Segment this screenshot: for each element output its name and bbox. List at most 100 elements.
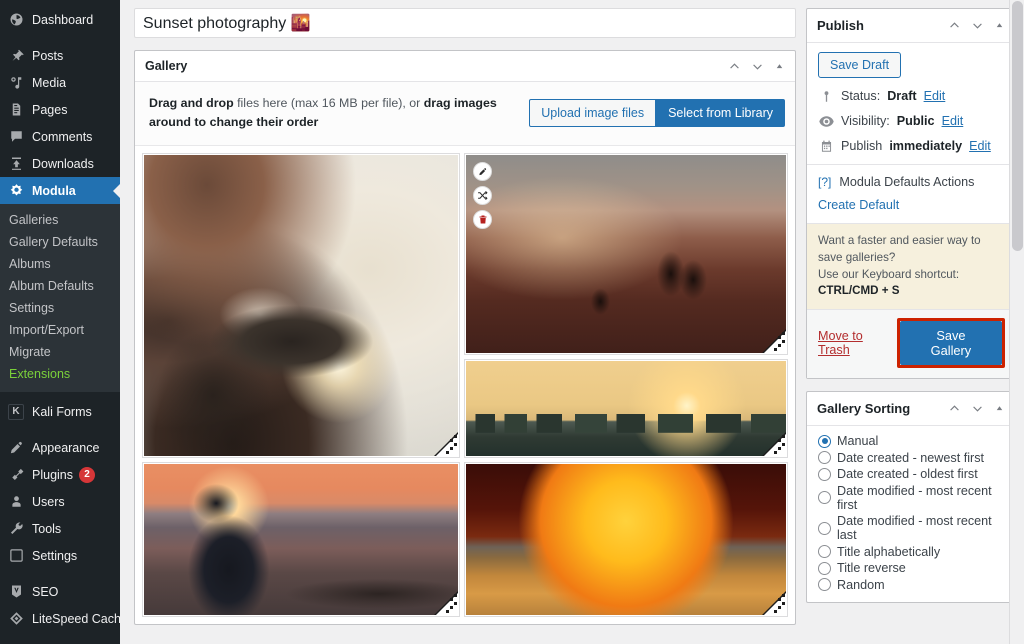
move-down-icon[interactable] (751, 60, 764, 73)
move-to-trash-link[interactable]: Move to Trash (818, 329, 897, 357)
sidebar-item-label: Downloads (32, 157, 94, 171)
radio-icon[interactable] (818, 435, 831, 448)
sorting-options-list: Manual Date created - newest first Date … (807, 426, 1015, 602)
gallery-image-tile[interactable] (465, 360, 787, 457)
gallery-title-input[interactable] (134, 8, 796, 38)
sidebar-item-posts[interactable]: Posts (0, 42, 120, 69)
sort-option-date-created-newest[interactable]: Date created - newest first (818, 451, 1004, 465)
sidebar-item-label: Plugins (32, 468, 73, 482)
gallery-image-tile[interactable] (143, 154, 459, 457)
sort-option-label: Title alphabetically (837, 545, 940, 559)
submenu-item-album-defaults[interactable]: Album Defaults (0, 275, 120, 297)
sort-option-title-alphabetically[interactable]: Title alphabetically (818, 545, 1004, 559)
save-draft-button[interactable]: Save Draft (818, 52, 901, 78)
sidebar-item-label: Tools (32, 522, 61, 536)
publish-panel-title: Publish (817, 18, 864, 33)
edit-publish-date-link[interactable]: Edit (969, 139, 991, 153)
save-gallery-button[interactable]: Save Gallery (900, 321, 1002, 365)
submenu-item-albums[interactable]: Albums (0, 253, 120, 275)
delete-image-icon[interactable] (473, 210, 492, 229)
sort-option-manual[interactable]: Manual (818, 434, 1004, 448)
visibility-row: Visibility: Public Edit (818, 114, 1004, 128)
help-question-icon[interactable]: [?] (818, 175, 831, 189)
status-value: Draft (887, 89, 916, 103)
sidebar-item-dashboard[interactable]: Dashboard (0, 6, 120, 33)
edit-image-icon[interactable] (473, 162, 492, 181)
gallery-image-tile[interactable] (465, 154, 787, 354)
radio-icon[interactable] (818, 468, 831, 481)
publish-date-row: Publish immediately Edit (818, 139, 1004, 153)
move-down-icon[interactable] (971, 19, 984, 32)
radio-icon[interactable] (818, 522, 831, 535)
sidebar-item-downloads[interactable]: Downloads (0, 150, 120, 177)
sidebar-item-modula[interactable]: Modula (0, 177, 120, 204)
scrollbar-thumb[interactable] (1012, 1, 1023, 251)
sort-option-label: Date modified - most recent first (837, 484, 1004, 512)
status-label: Status: (841, 89, 880, 103)
sidebar-item-users[interactable]: Users (0, 488, 120, 515)
upload-image-files-button[interactable]: Upload image files (529, 99, 656, 127)
sidebar-divider (0, 33, 120, 42)
resize-handle[interactable] (762, 329, 786, 353)
gallery-image-tile[interactable] (465, 463, 787, 616)
gallery-sorting-panel: Gallery Sorting (806, 391, 1016, 603)
submenu-item-galleries[interactable]: Galleries (0, 209, 120, 231)
toggle-panel-icon[interactable] (994, 20, 1005, 31)
select-from-library-button[interactable]: Select from Library (656, 99, 785, 127)
move-up-icon[interactable] (948, 402, 961, 415)
sidebar-item-settings[interactable]: Settings (0, 542, 120, 569)
sidebar-item-appearance[interactable]: Appearance (0, 434, 120, 461)
submenu-item-import-export[interactable]: Import/Export (0, 319, 120, 341)
shuffle-image-icon[interactable] (473, 186, 492, 205)
edit-visibility-link[interactable]: Edit (942, 114, 964, 128)
submenu-item-migrate[interactable]: Migrate (0, 341, 120, 363)
radio-icon[interactable] (818, 491, 831, 504)
sidebar-item-pages[interactable]: Pages (0, 96, 120, 123)
move-down-icon[interactable] (971, 402, 984, 415)
sidebar-item-tools[interactable]: Tools (0, 515, 120, 542)
sort-option-date-modified-recent-first[interactable]: Date modified - most recent first (818, 484, 1004, 512)
sort-option-random[interactable]: Random (818, 578, 1004, 592)
sidebar-item-plugins[interactable]: Plugins 2 (0, 461, 120, 488)
wrench-icon (7, 520, 25, 538)
pin-icon (7, 47, 25, 65)
gallery-image-tile[interactable] (143, 463, 459, 616)
sort-option-date-created-oldest[interactable]: Date created - oldest first (818, 467, 1004, 481)
sidebar-item-collapse-menu[interactable]: Collapse menu (0, 638, 120, 644)
toggle-panel-icon[interactable] (994, 403, 1005, 414)
radio-icon[interactable] (818, 562, 831, 575)
move-up-icon[interactable] (948, 19, 961, 32)
toggle-panel-icon[interactable] (774, 61, 785, 72)
submenu-item-gallery-defaults[interactable]: Gallery Defaults (0, 231, 120, 253)
resize-handle[interactable] (762, 591, 786, 615)
sort-option-date-modified-recent-last[interactable]: Date modified - most recent last (818, 514, 1004, 542)
tip-shortcut: CTRL/CMD + S (818, 284, 899, 297)
create-default-link[interactable]: Create Default (818, 198, 1004, 212)
admin-sidebar: Dashboard Posts Media Pages Commen (0, 0, 120, 644)
sidebar-item-label: Kali Forms (32, 405, 92, 419)
sidebar-item-litespeed-cache[interactable]: LiteSpeed Cache (0, 605, 120, 632)
submenu-item-extensions[interactable]: Extensions (0, 363, 120, 385)
radio-icon[interactable] (818, 451, 831, 464)
resize-handle[interactable] (434, 432, 458, 456)
calendar-icon (818, 140, 834, 153)
radio-icon[interactable] (818, 578, 831, 591)
page-scrollbar[interactable] (1009, 0, 1024, 644)
dropzone-text: Drag and drop files here (max 16 MB per … (149, 94, 519, 131)
move-up-icon[interactable] (728, 60, 741, 73)
resize-handle[interactable] (762, 432, 786, 456)
sort-option-title-reverse[interactable]: Title reverse (818, 561, 1004, 575)
submenu-item-settings[interactable]: Settings (0, 297, 120, 319)
radio-icon[interactable] (818, 545, 831, 558)
tip-line-2: Use our Keyboard shortcut: CTRL/CMD + S (818, 267, 1004, 301)
sidebar-item-seo[interactable]: SEO (0, 578, 120, 605)
save-gallery-highlight: Save Gallery (897, 318, 1005, 368)
sidebar-item-comments[interactable]: Comments (0, 123, 120, 150)
sidebar-item-kali-forms[interactable]: K Kali Forms (0, 398, 120, 425)
gallery-dropzone[interactable]: Drag and drop files here (max 16 MB per … (135, 82, 795, 146)
publish-panel-header: Publish (807, 9, 1015, 43)
gallery-grid (143, 154, 787, 616)
sidebar-item-media[interactable]: Media (0, 69, 120, 96)
edit-status-link[interactable]: Edit (924, 89, 946, 103)
resize-handle[interactable] (434, 591, 458, 615)
